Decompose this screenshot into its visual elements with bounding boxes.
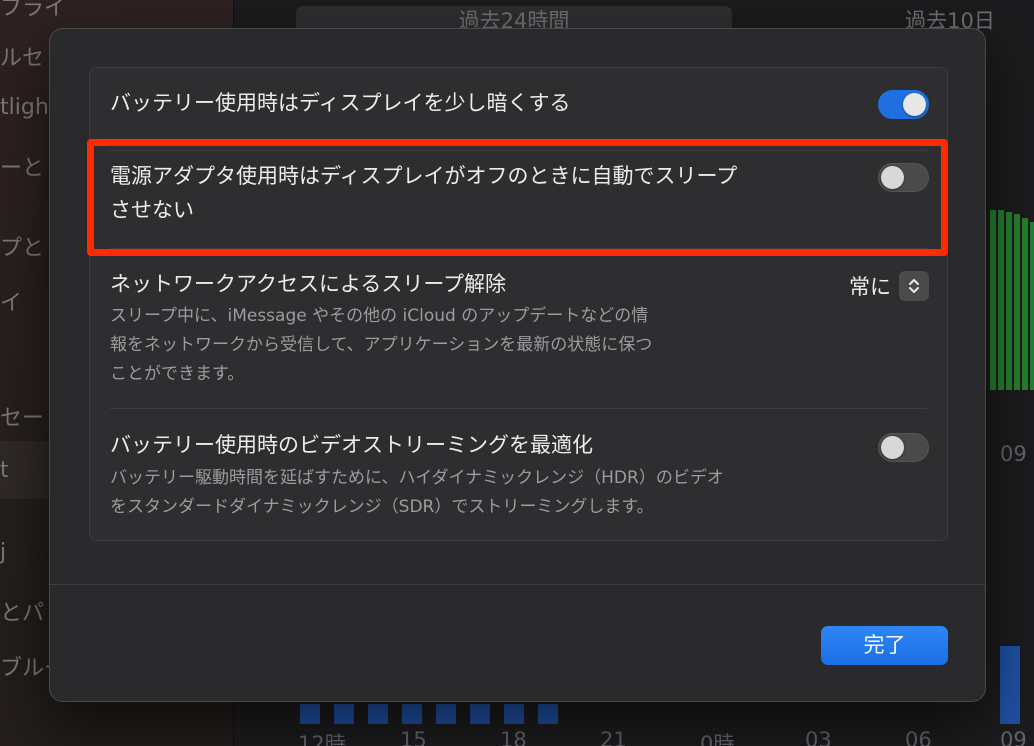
optimize-video-toggle[interactable] (878, 433, 929, 462)
optimize-video-description-line1: バッテリー駆動時間を延ばすために、ハイダイナミックレンジ（HDR）のビデオ (110, 468, 724, 488)
dim-display-toggle[interactable] (878, 90, 929, 119)
wake-network-description-line1: スリープ中に、iMessage やその他の iCloud のアップデートなどの情 (110, 306, 649, 326)
options-group: バッテリー使用時はディスプレイを少し暗くする 電源アダプタ使用時はディスプレイが… (89, 67, 948, 541)
footer-separator (50, 584, 985, 585)
wake-network-select-value: 常に (849, 275, 891, 299)
row-optimize-video-streaming: バッテリー使用時のビデオストリーミングを最適化 バッテリー駆動時間を延ばすために… (90, 409, 949, 542)
wake-network-description-line2: 報をネットワークから受信して、アプリケーションを最新の状態に保つ (110, 335, 653, 355)
power-options-dialog: バッテリー使用時はディスプレイを少し暗くする 電源アダプタ使用時はディスプレイが… (49, 28, 986, 702)
wake-network-description-line3: ことができます。 (110, 364, 245, 384)
wake-network-label: ネットワークアクセスによるスリープ解除 (110, 272, 507, 296)
wake-network-select[interactable]: 常に (849, 271, 929, 301)
row-dim-display-on-battery: バッテリー使用時はディスプレイを少し暗くする (90, 68, 949, 150)
screen: フライ ルセ tligh ーと プとイセー t j とパ ブルー 過去24時間 過去10日 09… (0, 0, 1034, 746)
toggle-knob (881, 436, 904, 459)
row-prevent-sleep-on-adapter: 電源アダプタ使用時はディスプレイがオフのときに自動でスリープ させない (90, 151, 949, 251)
dim-display-label: バッテリー使用時はディスプレイを少し暗くする (110, 91, 571, 115)
prevent-sleep-label-line1: 電源アダプタ使用時はディスプレイがオフのときに自動でスリープ (110, 164, 738, 188)
prevent-sleep-label-line2: させない (110, 198, 194, 222)
optimize-video-description-line2: をスタンダードダイナミックレンジ（SDR）でストリーミングします。 (110, 497, 654, 517)
done-button[interactable]: 完了 (821, 626, 948, 665)
optimize-video-label: バッテリー使用時のビデオストリーミングを最適化 (110, 433, 593, 457)
row-wake-for-network-access: ネットワークアクセスによるスリープ解除 スリープ中に、iMessage やその他… (90, 249, 949, 409)
toggle-knob (903, 93, 926, 116)
chevron-up-down-icon[interactable] (899, 271, 929, 301)
toggle-knob (881, 166, 904, 189)
prevent-sleep-toggle[interactable] (878, 163, 929, 192)
